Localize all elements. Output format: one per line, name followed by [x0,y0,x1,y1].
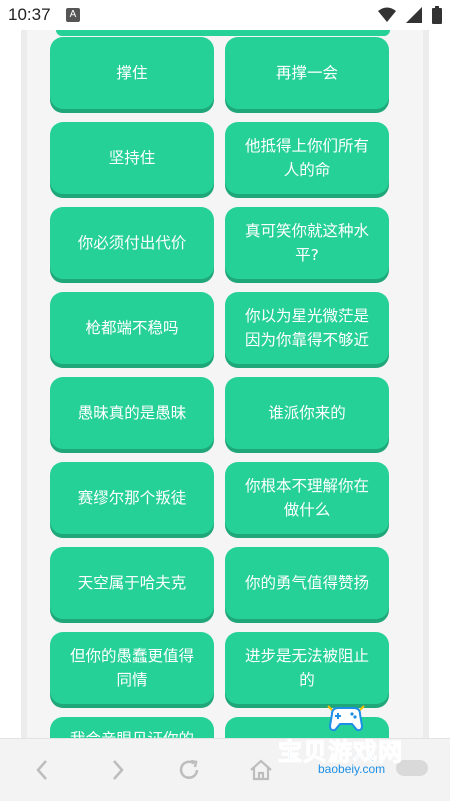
gamepad-icon [327,705,365,732]
phrase-button[interactable]: 进步是无法被阻止的 [225,632,389,704]
phrase-button[interactable]: 谁派你来的 [225,377,389,449]
phrase-button[interactable]: 但你的愚蠢更值得同情 [50,632,214,704]
previous-button-edge[interactable] [56,30,390,36]
phrase-button[interactable]: 枪都端不稳吗 [50,292,214,364]
phrase-button[interactable]: 他抵得上你们所有人的命 [225,122,389,194]
phrase-button[interactable]: 赛缪尔那个叛徒 [50,462,214,534]
phrase-button[interactable]: 坚持住 [50,122,214,194]
status-bar: 10:37 A [0,0,450,30]
phrase-button[interactable]: 真可笑你就这种水平? [225,207,389,279]
status-icons [378,6,442,24]
back-icon[interactable] [30,757,56,783]
phrase-button[interactable]: 撑住 [50,37,214,109]
status-time: 10:37 [8,5,51,24]
phrase-button[interactable]: 再撑一会 [225,37,389,109]
font-icon: A [66,8,80,22]
phrase-button[interactable]: 天空属于哈夫克 [50,547,214,619]
home-icon[interactable] [248,757,274,783]
phrase-button[interactable]: 你根本不理解你在做什么 [225,462,389,534]
phrase-button[interactable]: 你必须付出代价 [50,207,214,279]
battery-icon [432,6,442,24]
site-watermark: 宝贝游戏网 baobeiy.com [274,704,424,784]
signal-icon [406,7,422,23]
watermark-url: baobeiy.com [318,762,386,776]
phrase-button[interactable]: 你以为星光微茫是因为你靠得不够近 [225,292,389,364]
forward-icon[interactable] [104,757,130,783]
wifi-icon [378,7,396,22]
refresh-icon[interactable] [176,757,202,783]
phrase-button[interactable]: 愚昧真的是愚昧 [50,377,214,449]
phrase-button[interactable]: 你的勇气值得赞扬 [225,547,389,619]
